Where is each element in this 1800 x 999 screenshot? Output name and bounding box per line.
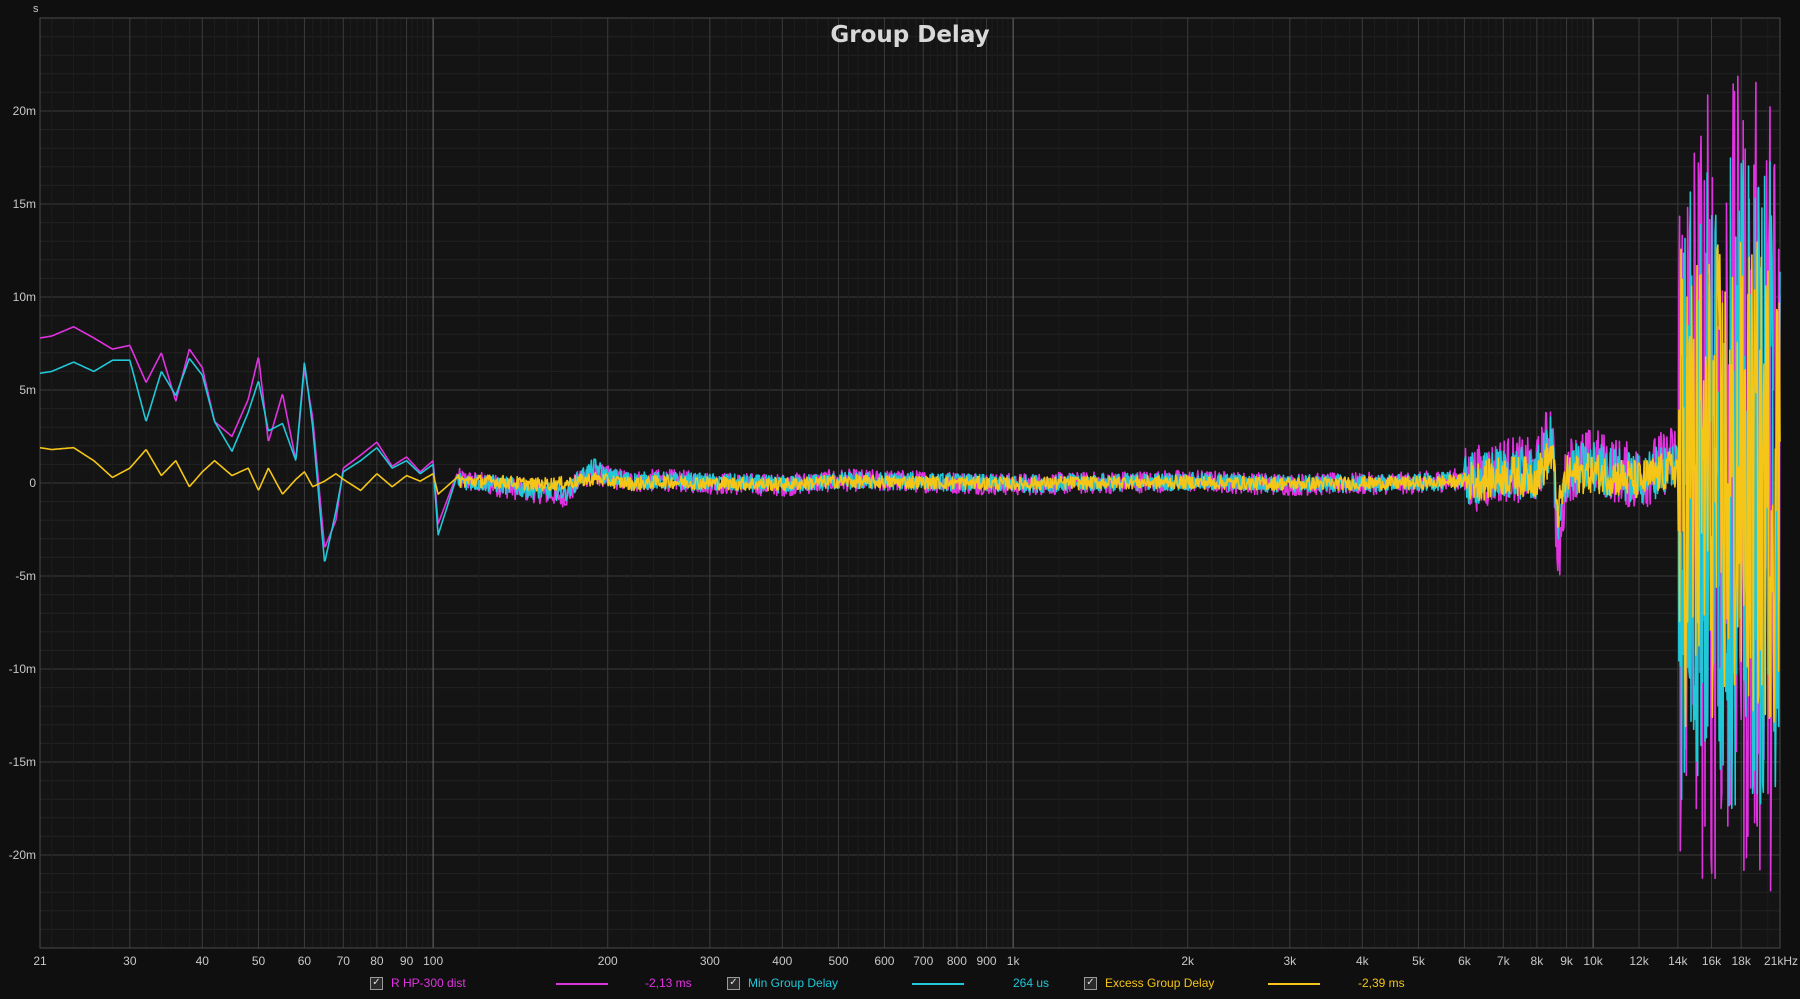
- x-tick-label: 16k: [1702, 954, 1722, 968]
- x-tick-label: 4k: [1356, 954, 1370, 968]
- x-tick-label: 600: [874, 954, 894, 968]
- legend-item-2[interactable]: ✓ Excess Group Delay: [1084, 974, 1214, 992]
- x-tick-label: 14k: [1668, 954, 1688, 968]
- x-tick-label: 12k: [1629, 954, 1649, 968]
- x-tick-label: 200: [598, 954, 618, 968]
- y-tick-label: 0: [29, 476, 36, 490]
- y-unit-label: s: [33, 3, 39, 15]
- x-tick-label: 60: [298, 954, 312, 968]
- x-tick-label: 70: [337, 954, 351, 968]
- y-tick-label: -5m: [15, 569, 36, 583]
- x-tick-label: 21: [33, 954, 47, 968]
- x-tick-label: 50: [252, 954, 266, 968]
- x-tick-label: 21kHz: [1764, 954, 1798, 968]
- x-tick-label: 2k: [1181, 954, 1195, 968]
- legend-item-0[interactable]: ✓ R HP-300 dist: [370, 974, 466, 992]
- legend-checkbox[interactable]: ✓: [1084, 976, 1097, 990]
- y-tick-label: 15m: [13, 197, 36, 211]
- x-tick-label: 1k: [1007, 954, 1021, 968]
- x-tick-label: 100: [423, 954, 443, 968]
- x-tick-label: 6k: [1458, 954, 1472, 968]
- legend-swatch: [1268, 983, 1320, 985]
- x-tick-label: 400: [772, 954, 792, 968]
- x-tick-label: 900: [977, 954, 997, 968]
- x-tick-label: 80: [370, 954, 384, 968]
- y-tick-label: 5m: [19, 383, 36, 397]
- legend-swatch: [912, 983, 964, 985]
- x-tick-label: 90: [400, 954, 414, 968]
- legend-label: R HP-300 dist: [391, 976, 466, 990]
- legend-label: Excess Group Delay: [1105, 976, 1215, 990]
- legend-swatch: [556, 983, 608, 985]
- y-tick-label: 10m: [13, 290, 36, 304]
- x-tick-label: 40: [196, 954, 210, 968]
- x-tick-label: 700: [913, 954, 933, 968]
- x-tick-label: 500: [828, 954, 848, 968]
- y-tick-label: -10m: [9, 662, 36, 676]
- x-tick-label: 3k: [1283, 954, 1297, 968]
- legend-item-1[interactable]: ✓ Min Group Delay: [727, 974, 838, 992]
- x-tick-label: 30: [123, 954, 137, 968]
- x-tick-label: 5k: [1412, 954, 1426, 968]
- legend-label: Min Group Delay: [748, 976, 839, 990]
- y-tick-label: -20m: [9, 848, 36, 862]
- group-delay-chart[interactable]: 21 30 40 50 60 70 80 90 100 200 300 400 500 600 700 800…: [0, 0, 1800, 999]
- x-tick-label: 18k: [1731, 954, 1751, 968]
- legend-value: -2,39 ms: [1358, 976, 1405, 990]
- legend: ✓ R HP-300 dist -2,13 ms ✓ Min Group Delay 26…: [0, 972, 1800, 996]
- x-tick-label: 300: [700, 954, 720, 968]
- x-tick-label: 10k: [1583, 954, 1603, 968]
- legend-checkbox[interactable]: ✓: [727, 976, 740, 990]
- x-tick-label: 800: [947, 954, 967, 968]
- x-tick-label: 7k: [1497, 954, 1511, 968]
- legend-checkbox[interactable]: ✓: [370, 976, 383, 990]
- x-tick-label: 9k: [1560, 954, 1574, 968]
- y-tick-label: 20m: [13, 104, 36, 118]
- x-tick-label: 8k: [1531, 954, 1545, 968]
- chart-title: Group Delay: [830, 22, 989, 48]
- legend-value: 264 us: [1013, 976, 1050, 990]
- legend-value: -2,13 ms: [645, 976, 692, 990]
- y-tick-label: -15m: [9, 755, 36, 769]
